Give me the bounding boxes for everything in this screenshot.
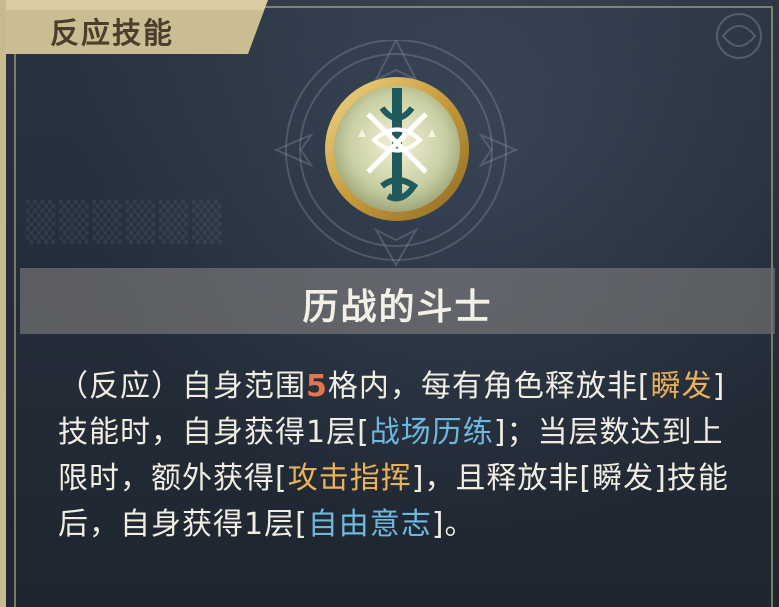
keyword-battle-experience[interactable]: 战场历练	[370, 415, 494, 450]
keyword-instant[interactable]: 瞬发	[651, 369, 713, 404]
skill-name-bar: 历战的斗士	[20, 268, 775, 334]
skill-name: 历战的斗士	[302, 287, 493, 328]
corner-ornament-icon	[716, 13, 762, 59]
keyword-free-will[interactable]: 自由意志	[308, 507, 432, 542]
desc-segment: 格内，每有角色释放非[	[327, 369, 651, 404]
desc-segment: （反应）自身范围	[58, 369, 306, 404]
skill-panel: ▒▒▒▒▒▒ 反应技能 历战的斗士 （反应）自身范围5格内，每有角色释放非[瞬发…	[0, 0, 779, 607]
desc-range-number: 5	[306, 369, 328, 404]
background-watermark: ▒▒▒▒▒▒	[26, 200, 226, 244]
skill-description: （反应）自身范围5格内，每有角色释放非[瞬发]技能时，自身获得1层[战场历练]；…	[58, 364, 748, 548]
header-title: 反应技能	[50, 16, 175, 50]
keyword-attack-command[interactable]: 攻击指挥	[288, 461, 412, 496]
header-tab: 反应技能	[6, 0, 268, 54]
desc-segment: ]。	[431, 507, 476, 542]
crossed-swords-emblem-icon	[325, 77, 469, 221]
